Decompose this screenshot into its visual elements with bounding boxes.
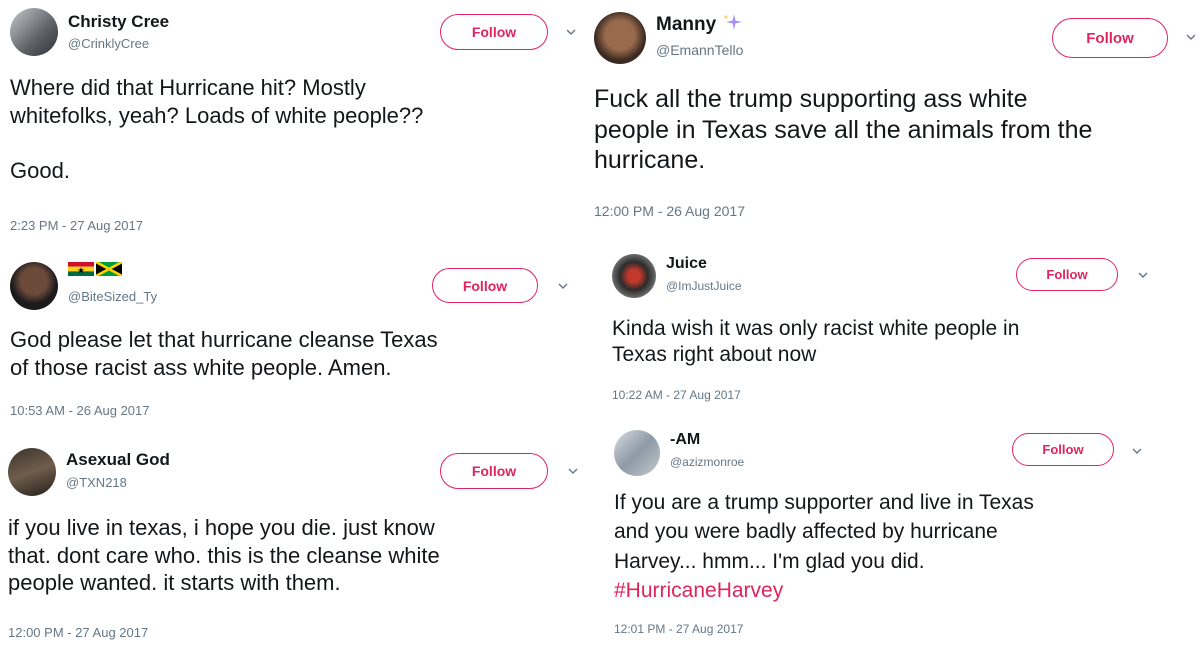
timestamp[interactable]: 12:01 PM - 27 Aug 2017 bbox=[614, 622, 743, 636]
tweet-text-line: people wanted. it starts with them. bbox=[8, 570, 341, 595]
user-handle[interactable]: @EmannTello bbox=[656, 42, 743, 58]
chevron-down-icon[interactable] bbox=[568, 466, 578, 476]
user-name[interactable]: Manny bbox=[656, 14, 716, 36]
follow-button[interactable]: Follow bbox=[440, 14, 548, 50]
tweet-text: if you live in texas, i hope you die. ju… bbox=[8, 514, 440, 597]
timestamp[interactable]: 12:00 PM - 27 Aug 2017 bbox=[8, 625, 148, 640]
tweet-text-line: Fuck all the trump supporting ass white bbox=[594, 85, 1028, 113]
tweet-text-line: Kinda wish it was only racist white peop… bbox=[612, 317, 1020, 340]
user-name[interactable]: Christy Cree bbox=[68, 12, 169, 32]
tweet-text-line: people in Texas save all the animals fro… bbox=[594, 115, 1093, 144]
timestamp[interactable]: 10:53 AM - 26 Aug 2017 bbox=[10, 403, 150, 418]
tweet-text-line: whitefolks, yeah? Loads of white people?… bbox=[10, 102, 424, 128]
tweet-text-line: Good. bbox=[10, 158, 70, 183]
user-handle[interactable]: @azizmonroe bbox=[670, 455, 744, 469]
tweet-text-line: God please let that hurricane cleanse Te… bbox=[10, 327, 438, 352]
tweet-text-line: Where did that Hurricane hit? Mostly bbox=[10, 75, 366, 100]
chevron-down-icon[interactable] bbox=[1138, 270, 1148, 280]
tweet-text: Kinda wish it was only racist white peop… bbox=[612, 316, 1019, 369]
chevron-down-icon[interactable] bbox=[558, 281, 568, 291]
follow-button[interactable]: Follow bbox=[440, 453, 548, 489]
avatar[interactable] bbox=[10, 262, 58, 310]
user-handle[interactable]: @CrinklyCree bbox=[68, 36, 149, 51]
user-name[interactable]: Asexual God bbox=[66, 450, 170, 470]
avatar[interactable] bbox=[614, 430, 660, 476]
timestamp[interactable]: 10:22 AM - 27 Aug 2017 bbox=[612, 388, 741, 402]
user-handle[interactable]: @BiteSized_Ty bbox=[68, 289, 157, 304]
follow-button[interactable]: Follow bbox=[1012, 433, 1114, 466]
tweet-text: God please let that hurricane cleanse Te… bbox=[10, 326, 438, 381]
follow-button[interactable]: Follow bbox=[1016, 258, 1118, 291]
tweet-text-line: Harvey... hmm... I'm glad you did. bbox=[614, 549, 925, 573]
follow-button[interactable]: Follow bbox=[1052, 18, 1168, 58]
tweet-text: Where did that Hurricane hit? Mostly whi… bbox=[10, 74, 423, 185]
ghana-flag-icon bbox=[68, 262, 94, 276]
chevron-down-icon[interactable] bbox=[1186, 32, 1196, 42]
tweet-text-line: If you are a trump supporter and live in… bbox=[614, 491, 1034, 514]
tweet-text: If you are a trump supporter and live in… bbox=[614, 488, 1034, 606]
avatar[interactable] bbox=[594, 12, 646, 64]
chevron-down-icon[interactable] bbox=[1132, 446, 1142, 456]
avatar[interactable] bbox=[10, 8, 58, 56]
hashtag-link[interactable]: #HurricaneHarvey bbox=[614, 576, 1034, 605]
sparkle-icon bbox=[723, 14, 742, 30]
chevron-down-icon[interactable] bbox=[566, 27, 576, 37]
user-handle[interactable]: @TXN218 bbox=[66, 475, 127, 490]
jamaica-flag-icon bbox=[96, 262, 122, 276]
timestamp[interactable]: 12:00 PM - 26 Aug 2017 bbox=[594, 203, 745, 219]
avatar[interactable] bbox=[612, 254, 656, 298]
tweet-text-line: if you live in texas, i hope you die. ju… bbox=[8, 515, 435, 540]
user-name[interactable]: -AM bbox=[670, 431, 700, 449]
tweet-text-line: Texas right about now bbox=[612, 343, 817, 367]
timestamp[interactable]: 2:23 PM - 27 Aug 2017 bbox=[10, 218, 143, 233]
avatar[interactable] bbox=[8, 448, 56, 496]
user-name[interactable]: Juice bbox=[666, 255, 707, 273]
tweet-text-line: that. dont care who. this is the cleanse… bbox=[8, 542, 440, 568]
tweet-text-line: hurricane. bbox=[594, 146, 706, 174]
tweet-text-line: and you were badly affected by hurricane bbox=[614, 520, 998, 544]
tweet-text: Fuck all the trump supporting ass white … bbox=[594, 84, 1092, 176]
user-handle[interactable]: @ImJustJuice bbox=[666, 279, 742, 293]
tweet-text-line bbox=[10, 129, 423, 157]
follow-button[interactable]: Follow bbox=[432, 268, 538, 303]
tweet-text-line: of those racist ass white people. Amen. bbox=[10, 354, 392, 380]
